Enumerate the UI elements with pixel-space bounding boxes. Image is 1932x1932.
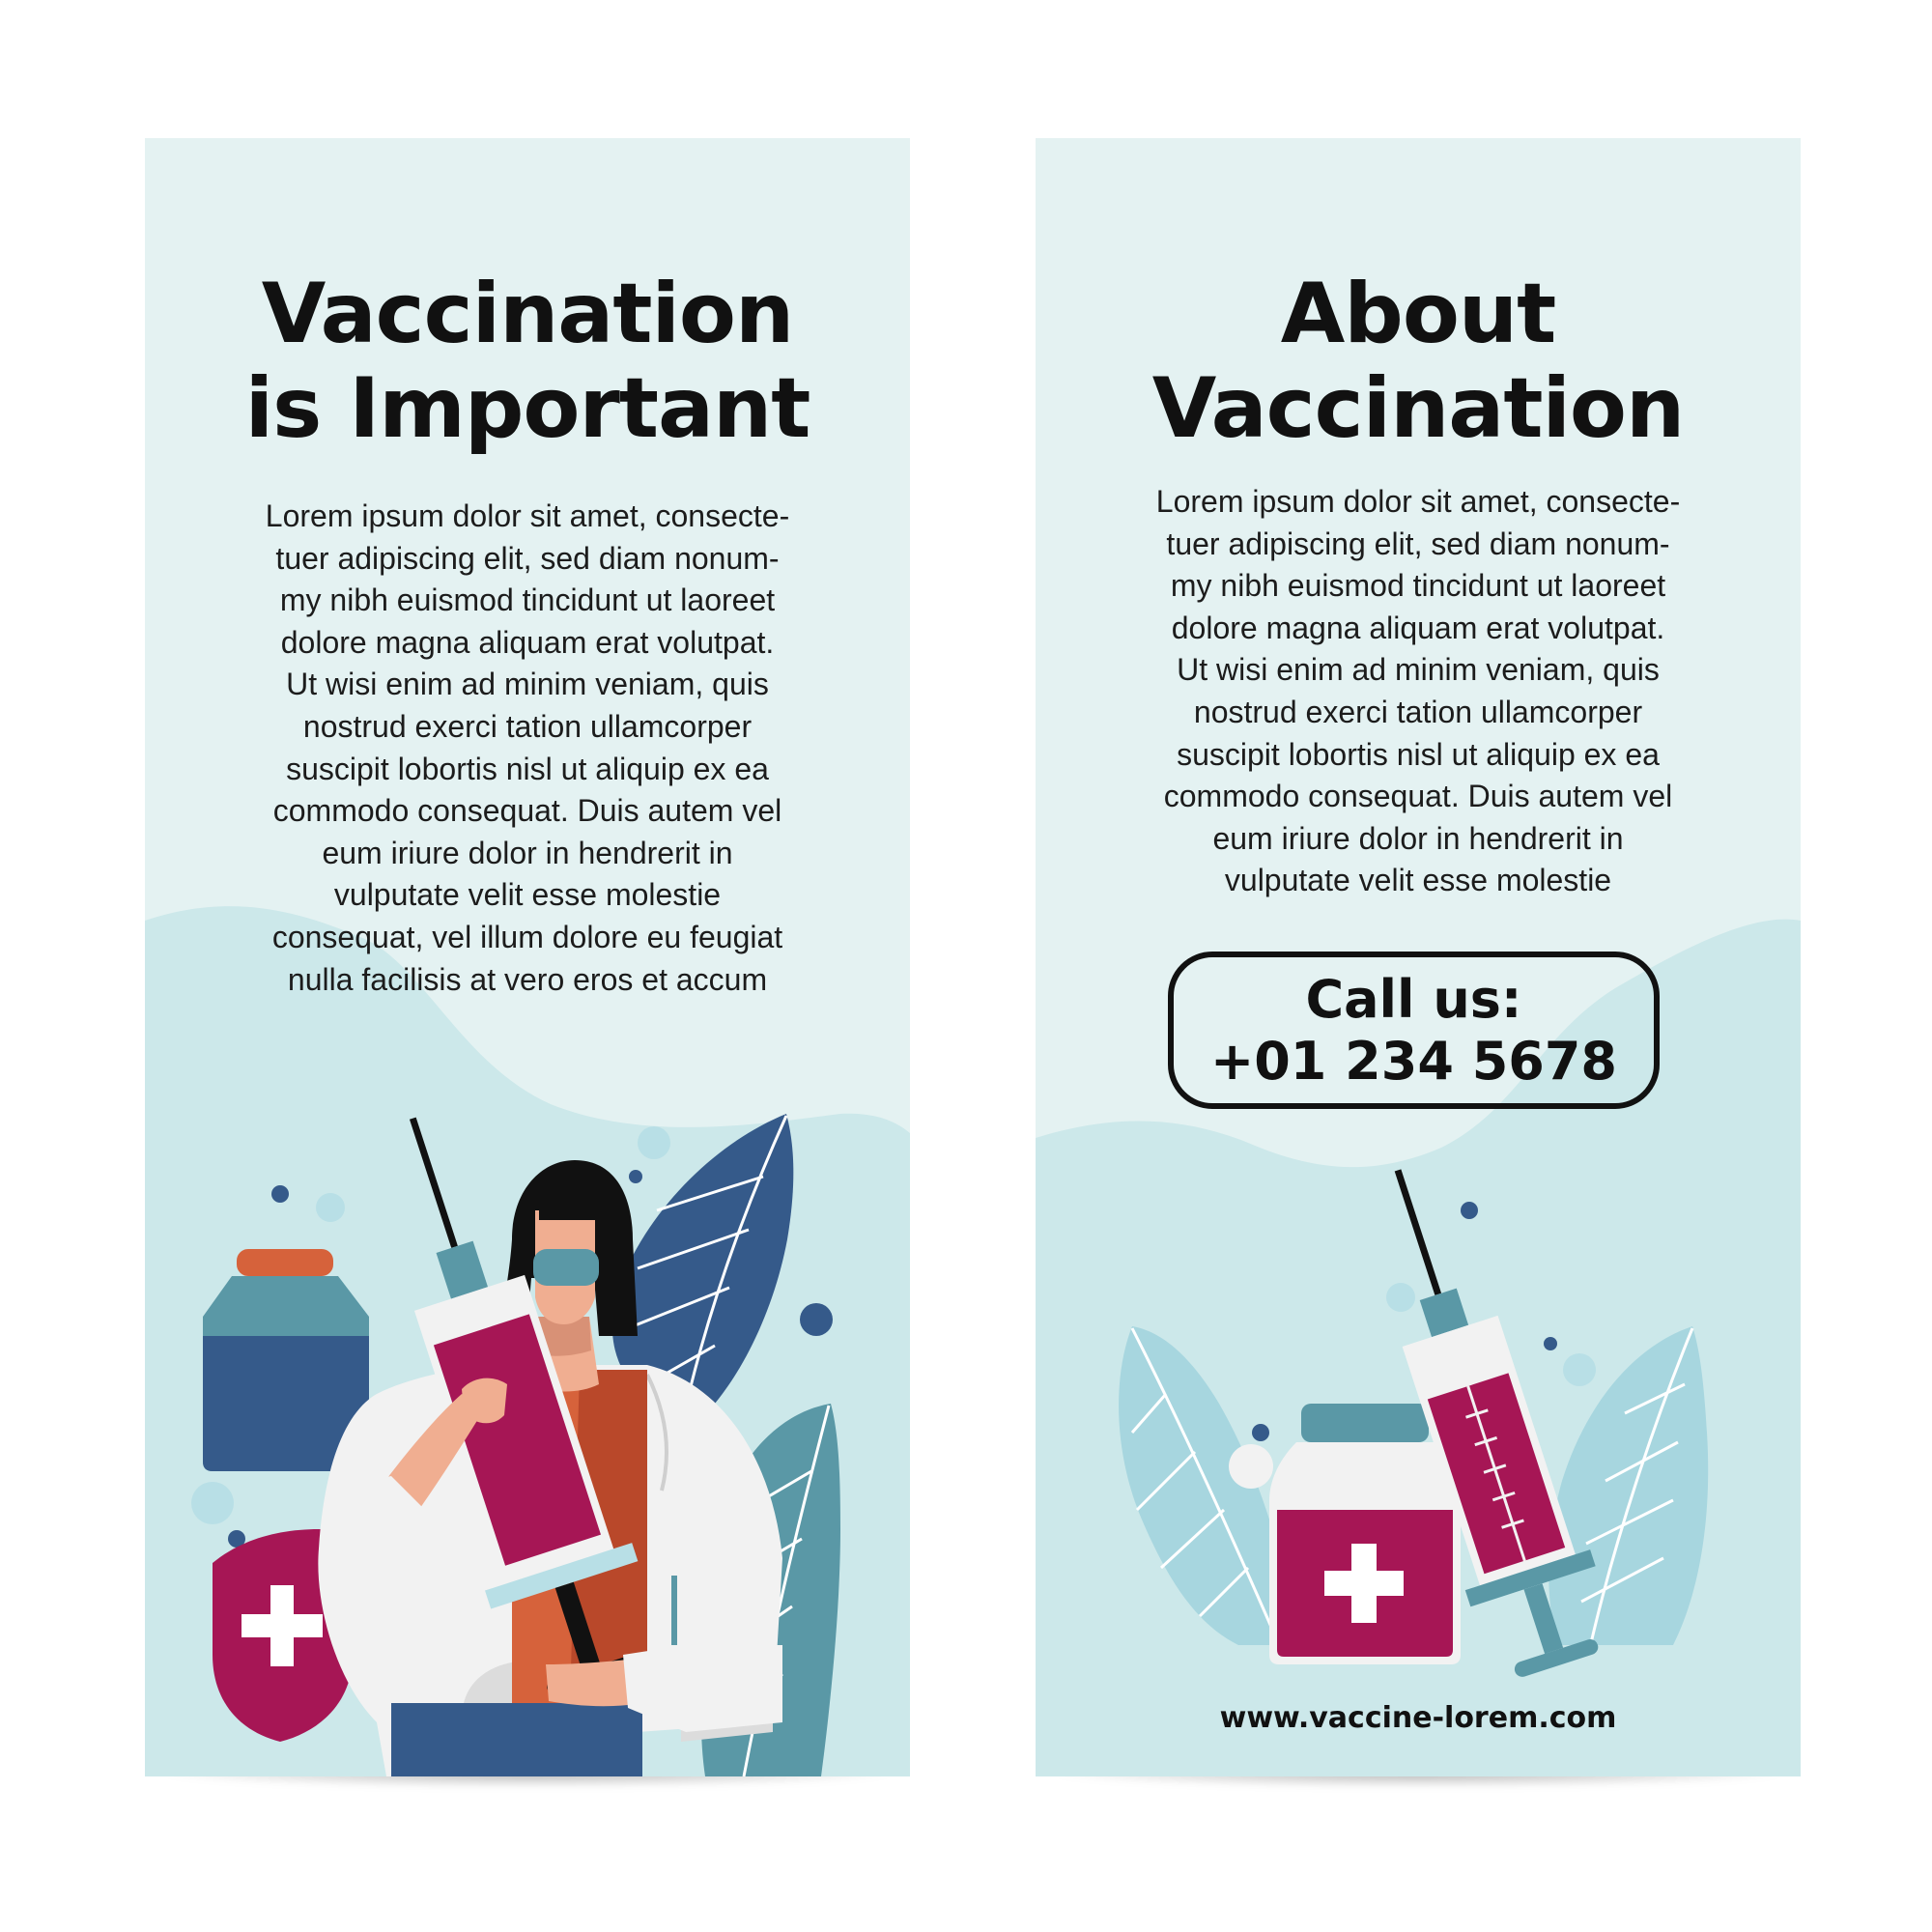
vaccine-illustration — [1119, 1169, 1709, 1677]
decor-dot — [1229, 1444, 1273, 1489]
decor-dot — [191, 1482, 234, 1524]
doctor-hand — [462, 1378, 507, 1424]
decor-dot — [1461, 1202, 1478, 1219]
decor-dot — [271, 1185, 289, 1203]
left-flyer-panel: Vaccination is Important Lorem ipsum dol… — [145, 138, 910, 1776]
decor-dot — [1563, 1353, 1596, 1386]
doctor-trousers — [391, 1703, 642, 1776]
doctor-illustration — [191, 1114, 840, 1776]
decor-dot — [1252, 1424, 1269, 1441]
face-mask — [533, 1249, 599, 1286]
vaccine-vial-icon — [1269, 1404, 1461, 1664]
decor-dot — [800, 1303, 833, 1336]
decor-dot — [1386, 1283, 1415, 1312]
right-flyer-panel: About Vaccination Lorem ipsum dolor sit … — [1036, 138, 1801, 1776]
decor-dot — [316, 1193, 345, 1222]
website-link[interactable]: www.vaccine-lorem.com — [1036, 1701, 1801, 1735]
decor-dot — [1544, 1337, 1557, 1350]
decor-dot — [638, 1126, 670, 1159]
decor-dot — [629, 1170, 642, 1183]
